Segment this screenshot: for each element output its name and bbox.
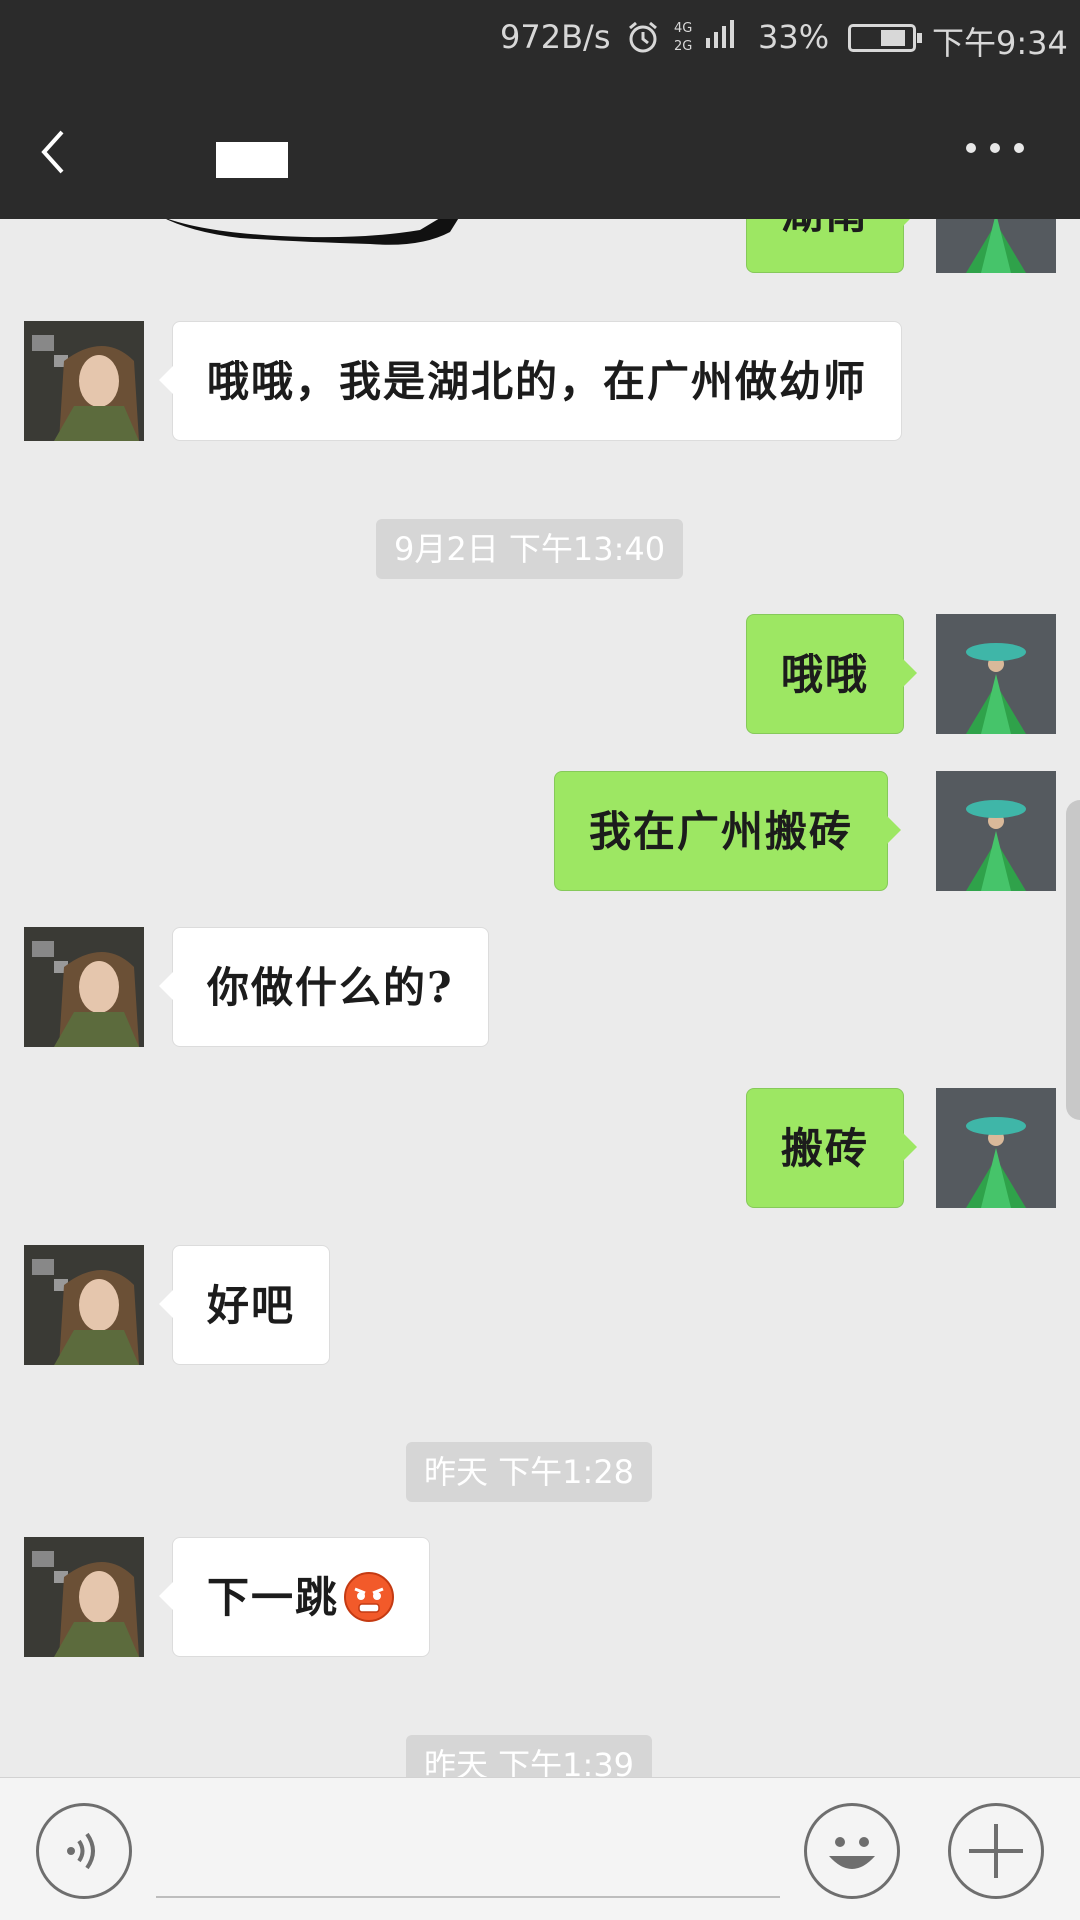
- status-bar: 972B/s 4G 2G 33% 下午9:34: [0, 0, 1080, 78]
- chat-title: [216, 142, 288, 178]
- my-avatar[interactable]: [936, 771, 1056, 891]
- battery-percent: 33%: [758, 18, 830, 56]
- network-speed: 972B/s: [500, 18, 611, 56]
- smiley-icon: [829, 1837, 875, 1869]
- svg-text:2G: 2G: [674, 39, 692, 54]
- message-list[interactable]: 湖南 哦哦，我是湖北的，在广州做幼师 9月2日 下午13:4: [0, 219, 1080, 1779]
- battery-icon: [848, 24, 922, 52]
- message-bubble-incoming[interactable]: 好吧: [158, 1245, 331, 1365]
- chevron-left-icon: [41, 130, 64, 174]
- timestamp: 昨天 下午1:28: [406, 1442, 653, 1502]
- message-text: 下一跳: [207, 1573, 340, 1622]
- avatar-image: [936, 771, 1056, 891]
- avatar-image: [936, 1088, 1056, 1208]
- friend-avatar[interactable]: [24, 927, 144, 1047]
- angry-face-emoji: [344, 1572, 395, 1622]
- my-avatar[interactable]: [936, 1088, 1056, 1208]
- avatar-image: [936, 219, 1056, 273]
- avatar-image: [24, 1537, 144, 1657]
- alarm-icon: [629, 21, 657, 53]
- friend-avatar[interactable]: [24, 1245, 144, 1365]
- avatar-image: [24, 321, 144, 441]
- message-bubble-outgoing[interactable]: 搬砖: [746, 1088, 918, 1208]
- friend-avatar[interactable]: [24, 1537, 144, 1657]
- more-dots-icon: [966, 143, 976, 153]
- voice-icon: [67, 1832, 95, 1870]
- message-bubble-outgoing[interactable]: 我在广州搬砖: [554, 771, 902, 891]
- svg-text:4G: 4G: [674, 21, 692, 36]
- back-button[interactable]: [28, 110, 88, 190]
- friend-avatar[interactable]: [24, 321, 144, 441]
- plus-button[interactable]: [948, 1803, 1044, 1899]
- avatar-image: [936, 614, 1056, 734]
- message-bubble-incoming[interactable]: 下一跳: [158, 1537, 431, 1657]
- chat-header: [0, 78, 1080, 219]
- my-avatar[interactable]: [936, 614, 1056, 734]
- input-bar: [0, 1777, 1080, 1920]
- message-input[interactable]: [156, 1798, 780, 1898]
- redaction-scribble: [160, 216, 460, 245]
- timestamp: 昨天 下午1:39: [406, 1735, 653, 1779]
- voice-button[interactable]: [36, 1803, 132, 1899]
- avatar-image: [24, 927, 144, 1047]
- emoji-button[interactable]: [804, 1803, 900, 1899]
- timestamp: 9月2日 下午13:40: [376, 519, 684, 579]
- message-bubble-incoming[interactable]: 你做什么的?: [159, 927, 489, 1047]
- message-bubble-incoming[interactable]: 哦哦，我是湖北的，在广州做幼师: [158, 321, 903, 441]
- plus-icon: [969, 1824, 1023, 1878]
- signal-icon: 4G 2G: [674, 20, 734, 54]
- message-bubble-outgoing[interactable]: 湖南: [746, 219, 918, 273]
- more-button[interactable]: [960, 128, 1030, 168]
- message-bubble-outgoing[interactable]: 哦哦: [746, 614, 918, 734]
- clock: 下午9:34: [932, 24, 1068, 62]
- avatar-image: [24, 1245, 144, 1365]
- my-avatar[interactable]: [936, 219, 1056, 273]
- scroll-handle[interactable]: [1066, 800, 1080, 1120]
